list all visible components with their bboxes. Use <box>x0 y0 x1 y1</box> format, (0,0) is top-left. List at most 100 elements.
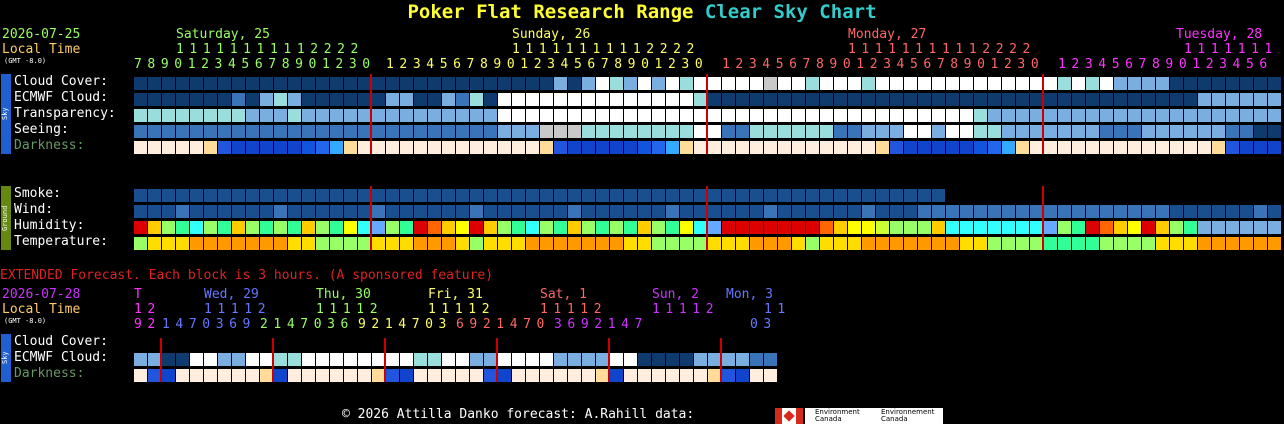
forecast-cell <box>918 237 931 250</box>
ext-forecast-cell <box>274 353 287 366</box>
forecast-cell <box>680 93 693 106</box>
forecast-cell <box>1072 205 1085 218</box>
forecast-cell <box>750 221 763 234</box>
forecast-cell <box>204 237 217 250</box>
forecast-cell <box>988 205 1001 218</box>
forecast-cell <box>1114 125 1127 138</box>
forecast-cell <box>876 93 889 106</box>
ext-forecast-cell <box>204 353 217 366</box>
forecast-cell <box>1240 109 1253 122</box>
forecast-cell <box>918 141 931 154</box>
forecast-cell <box>652 93 665 106</box>
forecast-cell <box>1002 93 1015 106</box>
forecast-cell <box>582 125 595 138</box>
forecast-cell <box>1268 109 1281 122</box>
forecast-cell <box>414 125 427 138</box>
forecast-cell <box>428 141 441 154</box>
forecast-cell <box>232 189 245 202</box>
forecast-cell <box>890 221 903 234</box>
forecast-cell <box>1212 205 1225 218</box>
forecast-cell <box>890 77 903 90</box>
forecast-cell <box>218 221 231 234</box>
forecast-cell <box>512 125 525 138</box>
row-label-transparency: Transparency: <box>14 106 116 121</box>
forecast-cell <box>764 221 777 234</box>
forecast-cell <box>162 205 175 218</box>
forecast-cell <box>778 141 791 154</box>
ext-hour-units-label: 2147036 <box>260 317 354 332</box>
forecast-cell <box>1100 109 1113 122</box>
ext-forecast-cell <box>176 353 189 366</box>
forecast-cell <box>162 125 175 138</box>
forecast-cell <box>414 221 427 234</box>
hour-tens-label: 1111111 <box>1184 42 1278 57</box>
forecast-cell <box>1072 77 1085 90</box>
forecast-cell <box>274 77 287 90</box>
day-separator <box>706 186 708 250</box>
forecast-cell <box>470 141 483 154</box>
forecast-cell <box>204 221 217 234</box>
ext-forecast-cell <box>316 353 329 366</box>
forecast-cell <box>918 125 931 138</box>
forecast-cell <box>568 77 581 90</box>
forecast-cell <box>806 77 819 90</box>
forecast-cell <box>904 77 917 90</box>
forecast-cell <box>386 141 399 154</box>
forecast-cell <box>820 109 833 122</box>
forecast-cell <box>148 141 161 154</box>
forecast-cell <box>554 189 567 202</box>
forecast-cell <box>218 77 231 90</box>
canada-flag-icon[interactable] <box>775 408 803 424</box>
forecast-cell <box>316 109 329 122</box>
forecast-cell <box>470 125 483 138</box>
ext-forecast-cell <box>764 353 777 366</box>
forecast-cell <box>862 125 875 138</box>
row-label-smoke: Smoke: <box>14 186 61 201</box>
forecast-cell <box>932 237 945 250</box>
forecast-cell <box>330 77 343 90</box>
forecast-cell <box>918 189 931 202</box>
forecast-cell <box>456 109 469 122</box>
environment-canada-logo[interactable]: Environment Canada Environnement Canada <box>805 408 943 424</box>
forecast-cell <box>176 221 189 234</box>
forecast-cell <box>498 141 511 154</box>
forecast-cell <box>260 221 273 234</box>
forecast-cell <box>274 221 287 234</box>
forecast-cell <box>1016 93 1029 106</box>
forecast-cell <box>400 205 413 218</box>
forecast-cell <box>1044 77 1057 90</box>
forecast-cell <box>400 125 413 138</box>
forecast-cell <box>554 125 567 138</box>
day-separator <box>1042 74 1044 154</box>
forecast-cell <box>960 141 973 154</box>
forecast-cell <box>190 221 203 234</box>
forecast-cell <box>666 221 679 234</box>
forecast-cell <box>1268 205 1281 218</box>
forecast-cell <box>1142 93 1155 106</box>
forecast-cell <box>778 189 791 202</box>
forecast-cell <box>750 125 763 138</box>
forecast-cell <box>1044 237 1057 250</box>
forecast-cell <box>708 125 721 138</box>
forecast-cell <box>288 77 301 90</box>
forecast-cell <box>736 141 749 154</box>
forecast-cell <box>260 237 273 250</box>
ext-forecast-cell <box>246 353 259 366</box>
forecast-cell <box>736 221 749 234</box>
forecast-cell <box>372 125 385 138</box>
forecast-cell <box>302 221 315 234</box>
forecast-cell <box>890 189 903 202</box>
forecast-cell <box>526 109 539 122</box>
forecast-cell <box>582 93 595 106</box>
forecast-cell <box>204 109 217 122</box>
forecast-cell <box>162 93 175 106</box>
forecast-cell <box>848 141 861 154</box>
forecast-cell <box>974 125 987 138</box>
forecast-cell <box>890 237 903 250</box>
forecast-cell <box>1240 221 1253 234</box>
forecast-cell <box>1212 141 1225 154</box>
forecast-cell <box>442 77 455 90</box>
forecast-cell <box>1114 237 1127 250</box>
ext-hour-tens-label: 11112 <box>540 302 608 317</box>
forecast-cell <box>1128 205 1141 218</box>
